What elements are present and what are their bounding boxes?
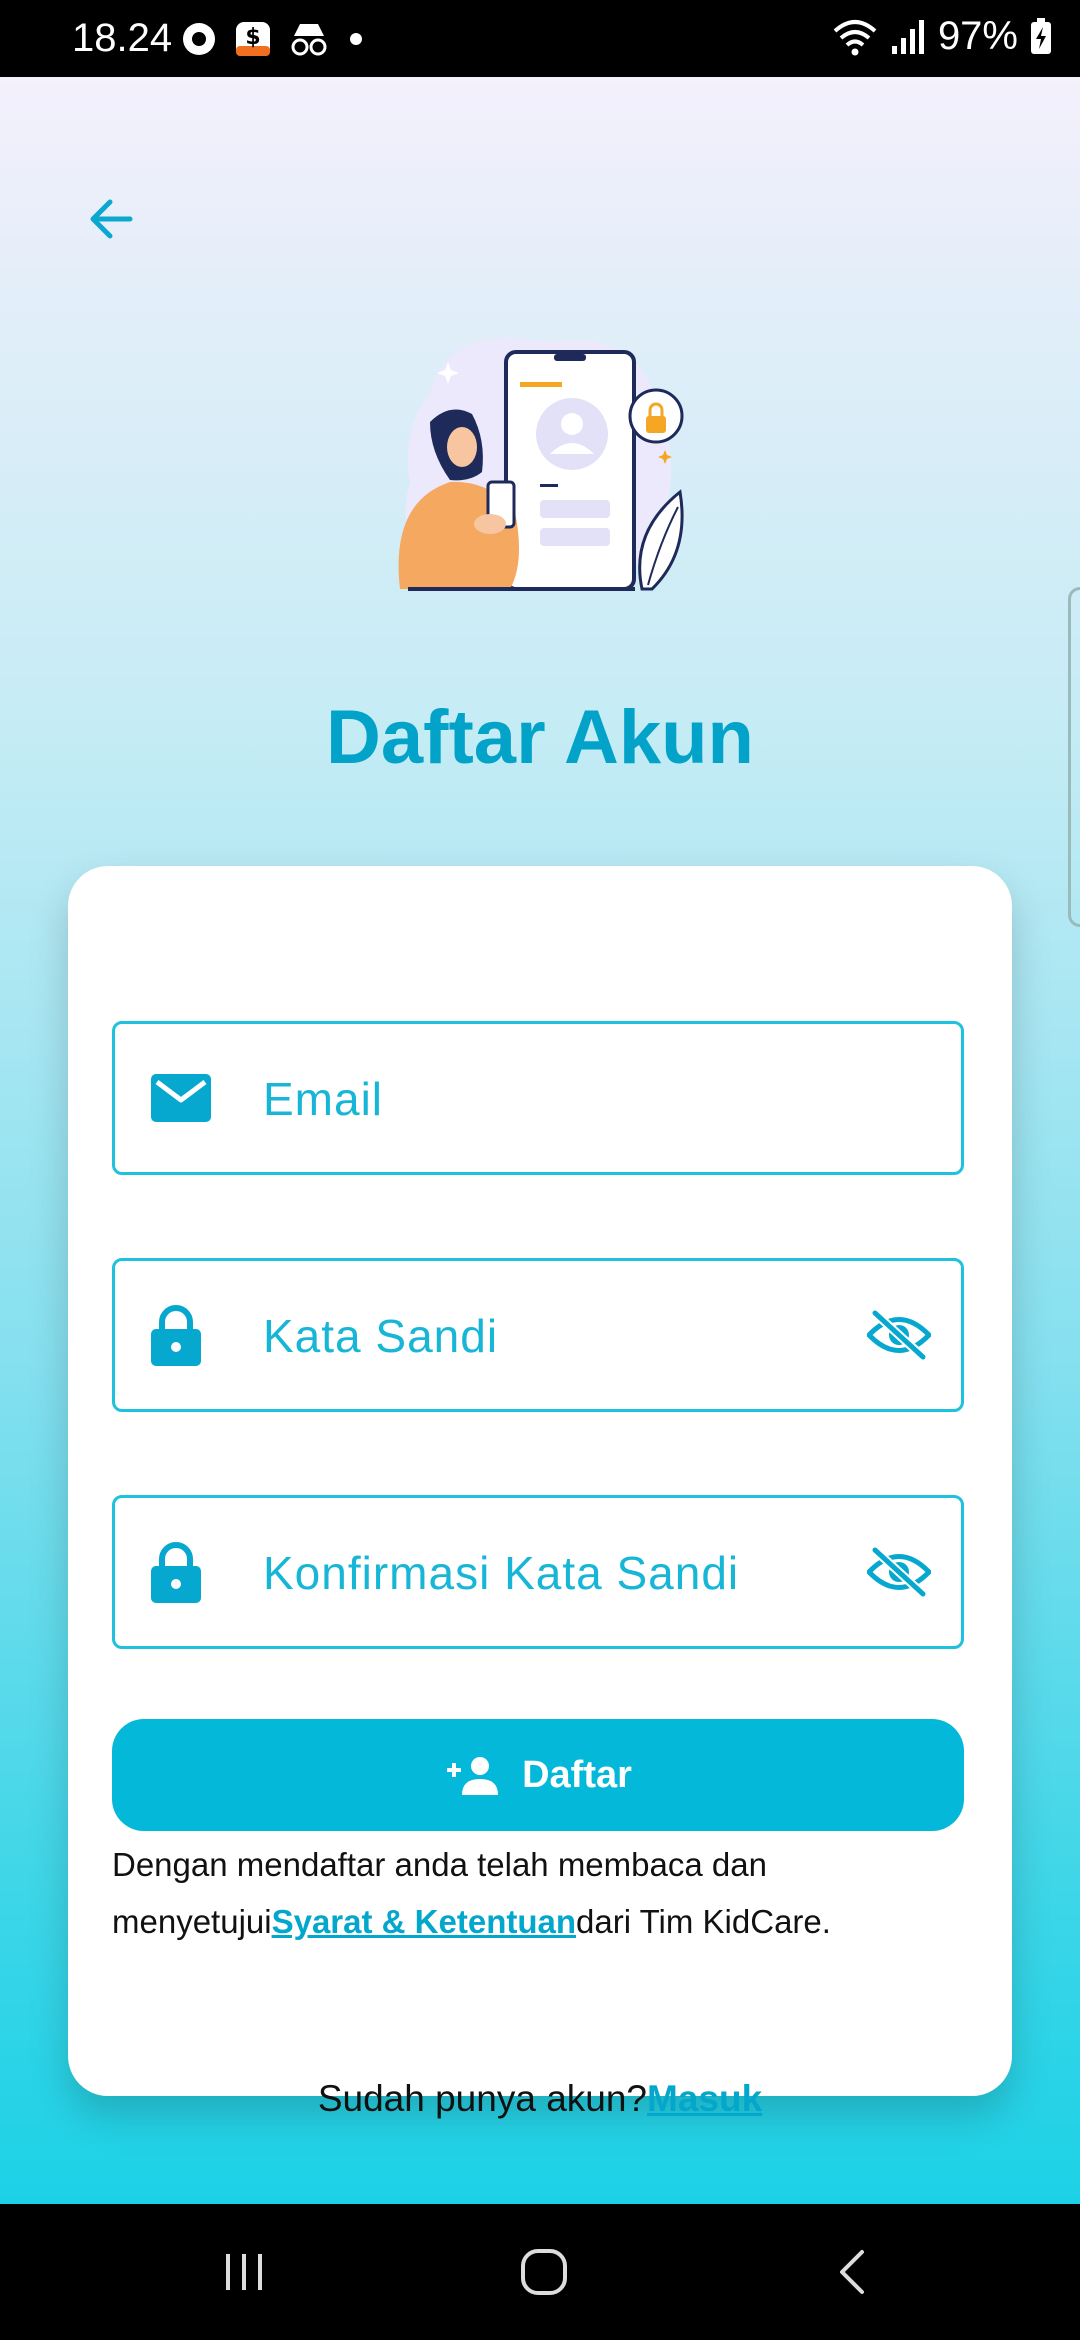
register-screen: Daftar Akun Email Daftar Dengan mendafta… — [0, 77, 1080, 2204]
svg-text:$: $ — [245, 25, 260, 50]
terms-link[interactable]: Syarat & Ketentuan — [272, 1903, 576, 1940]
login-link[interactable]: Masuk — [647, 2078, 762, 2119]
wifi-icon — [833, 19, 877, 55]
battery-charging-icon — [1031, 17, 1051, 54]
back-nav-icon[interactable] — [830, 2248, 878, 2296]
password-field[interactable] — [112, 1258, 964, 1412]
status-time: 18.24 — [72, 16, 173, 60]
eye-off-icon[interactable] — [867, 1547, 931, 1597]
mail-icon — [151, 1074, 211, 1122]
register-button-label: Daftar — [522, 1753, 632, 1796]
navigation-bar — [0, 2204, 1080, 2340]
notification-icons: $ — [180, 20, 366, 58]
terms-text-after: dari Tim KidCare. — [576, 1903, 831, 1940]
lock-icon — [151, 1542, 201, 1603]
password-input[interactable] — [261, 1261, 841, 1411]
register-button[interactable]: Daftar — [112, 1719, 964, 1831]
login-prompt-text: Sudah punya akun? — [317, 2078, 647, 2119]
home-icon[interactable] — [520, 2248, 568, 2296]
lock-icon — [151, 1305, 201, 1366]
arrow-left-icon[interactable] — [80, 187, 144, 251]
signal-icon — [891, 19, 924, 54]
battery-percentage: 97% — [937, 14, 1018, 58]
login-prompt: Sudah punya akun?Masuk — [68, 2078, 1012, 2120]
confirm-password-field[interactable] — [112, 1495, 964, 1649]
email-field[interactable] — [112, 1021, 964, 1175]
page-title: Daftar Akun — [326, 695, 754, 780]
app-notification-icon: $ — [236, 22, 270, 56]
dot-icon — [350, 33, 362, 45]
register-form-card: Daftar Dengan mendaftar anda telah memba… — [68, 866, 1012, 2119]
status-right: 97% — [832, 14, 1052, 59]
recent-apps-icon[interactable] — [220, 2248, 268, 2296]
registration-illustration — [398, 337, 684, 591]
status-bar: 18.24 $ 97% — [0, 0, 1080, 77]
incognito-icon — [291, 24, 327, 56]
person-add-icon — [447, 1757, 499, 1795]
terms-text: Dengan mendaftar anda telah membaca dan … — [112, 1836, 972, 1950]
edge-panel-handle[interactable] — [1068, 587, 1080, 927]
email-input[interactable] — [261, 1024, 841, 1174]
confirm-password-input[interactable] — [261, 1498, 841, 1648]
eye-off-icon[interactable] — [867, 1310, 931, 1360]
location-icon — [183, 23, 215, 55]
